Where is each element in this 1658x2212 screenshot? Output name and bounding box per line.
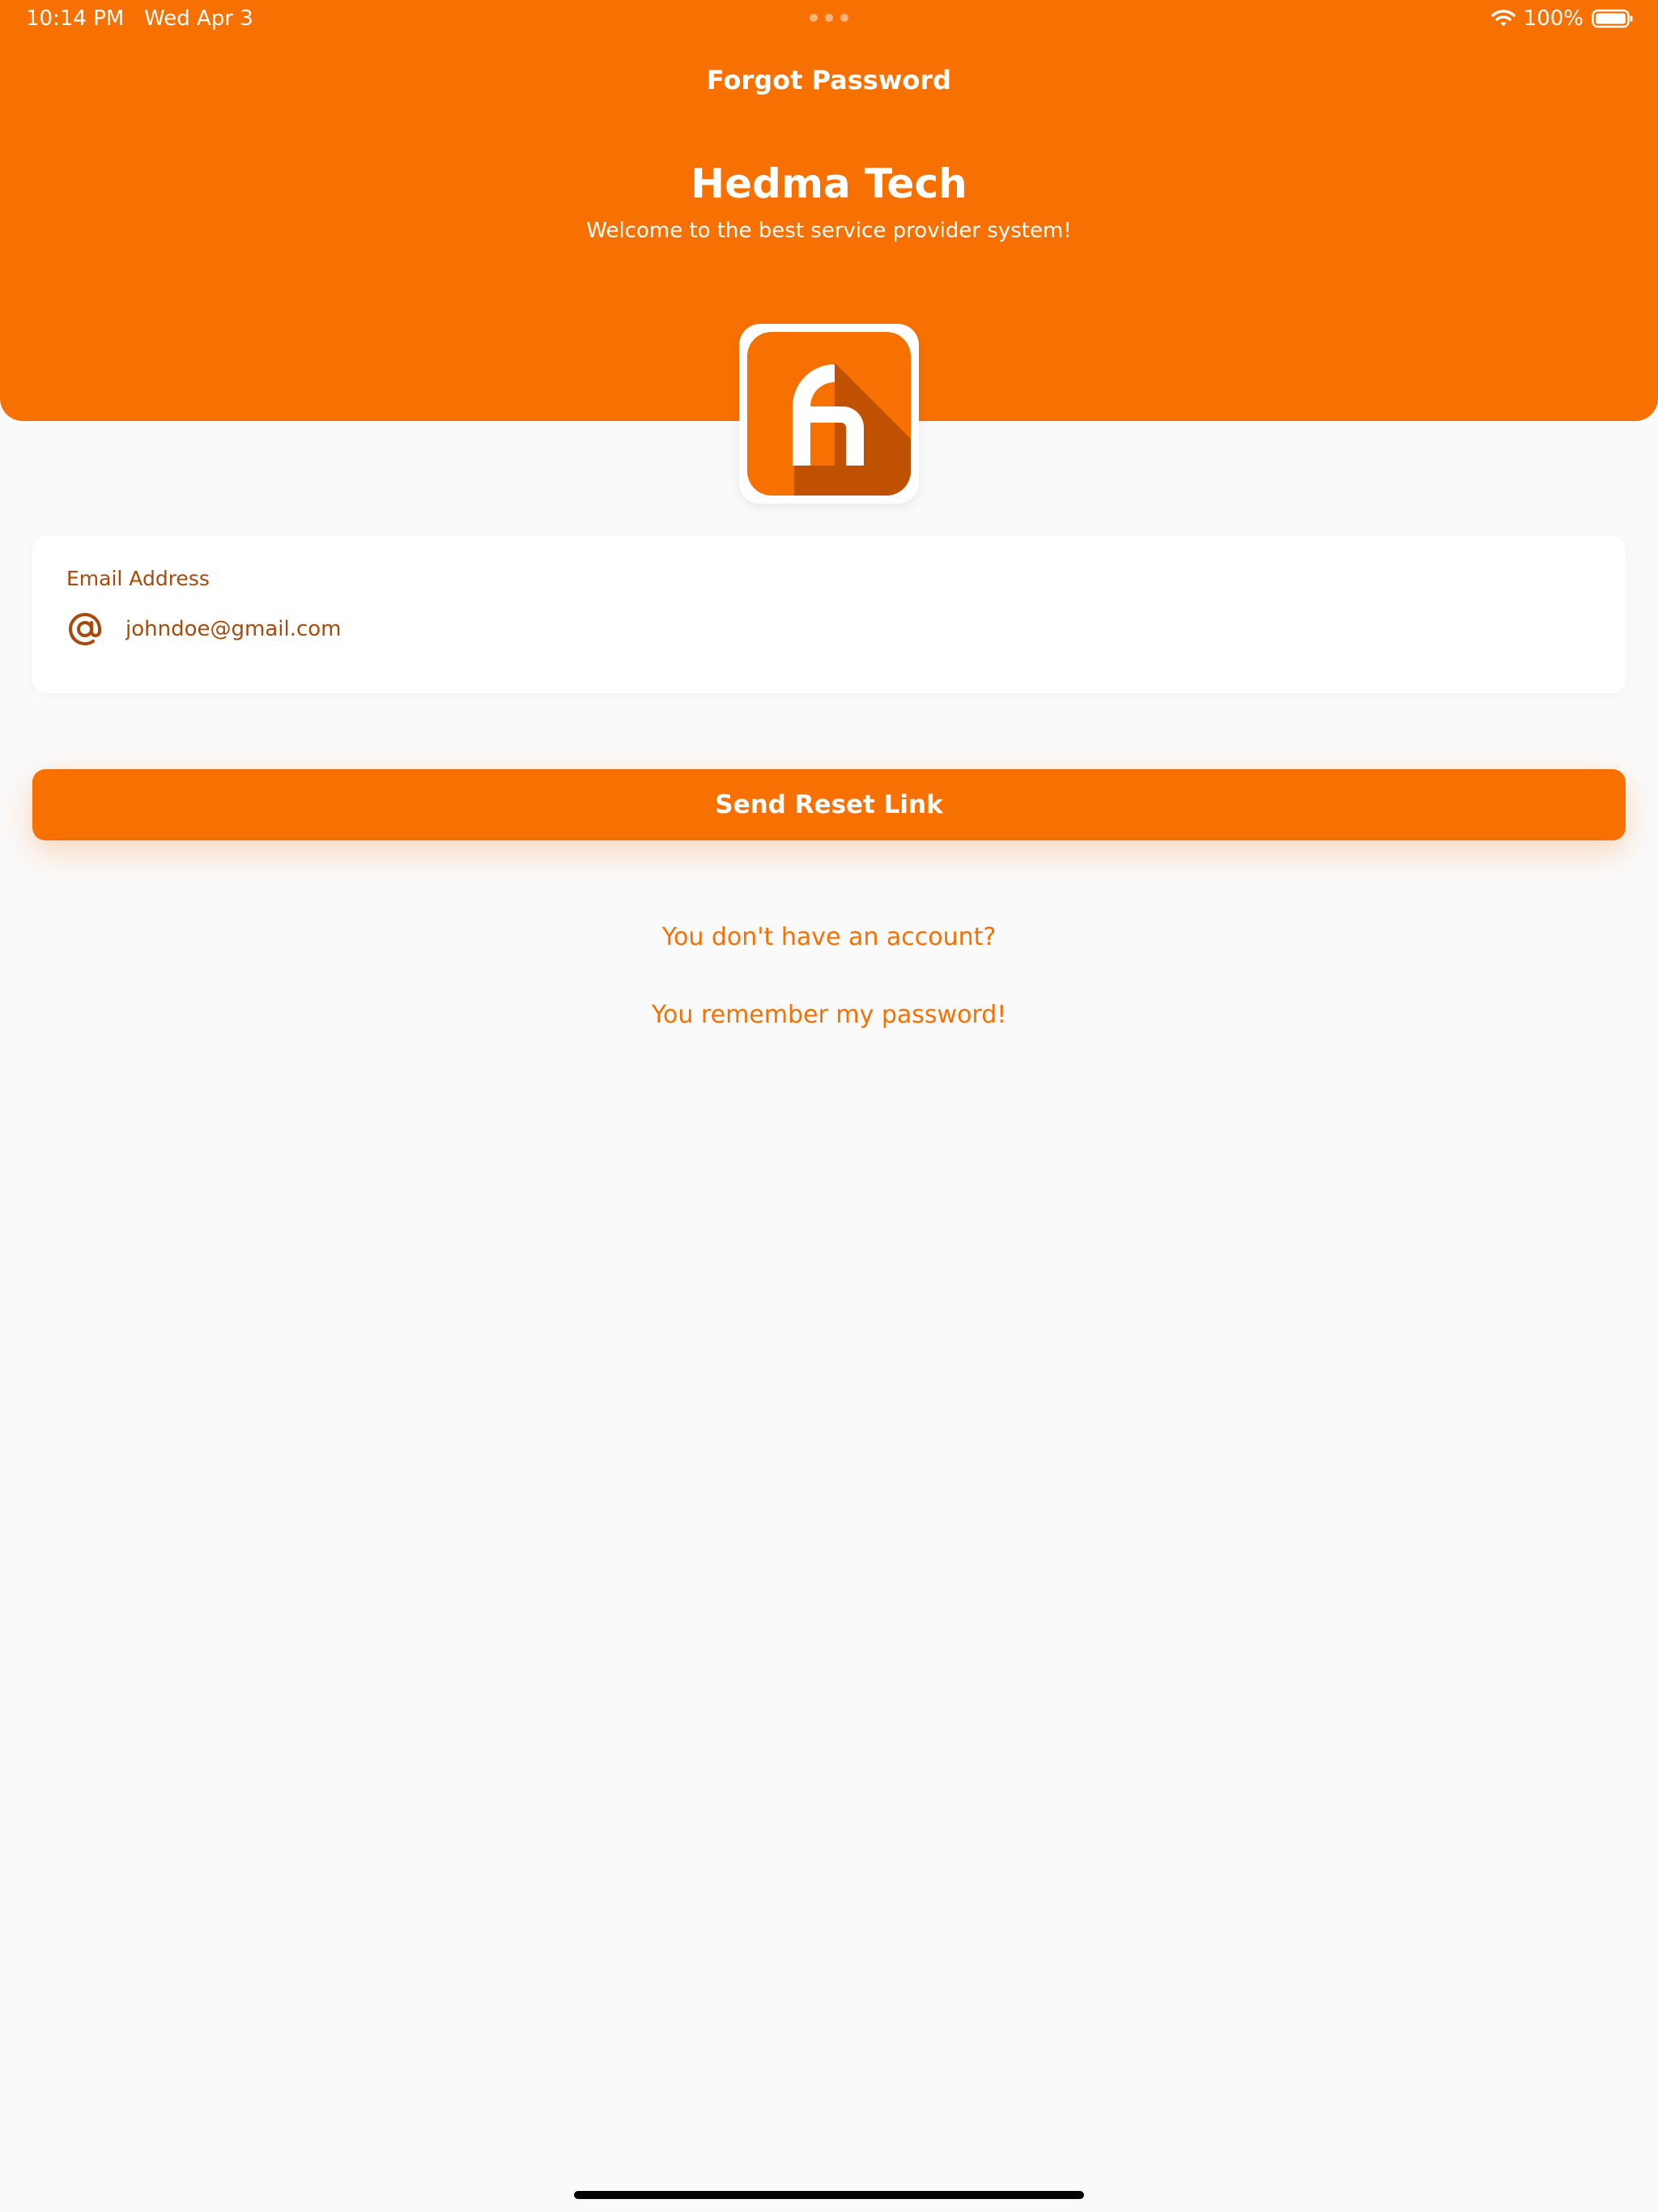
status-indicators: 100%: [1490, 6, 1634, 31]
hedma-logo-icon: [739, 324, 919, 504]
email-label: Email Address: [66, 567, 210, 590]
at-icon: [66, 610, 104, 648]
status-time-text: 10:14 PM: [26, 6, 125, 31]
status-time: 10:14 PM Wed Apr 3: [26, 6, 253, 31]
brand-subtitle: Welcome to the best service provider sys…: [586, 219, 1072, 243]
battery-percent: 100%: [1523, 6, 1584, 31]
signup-link[interactable]: You don't have an account?: [0, 923, 1658, 951]
email-input[interactable]: [125, 609, 1502, 649]
status-date-text: Wed Apr 3: [144, 6, 253, 31]
status-bar: 10:14 PM Wed Apr 3 100%: [0, 0, 1658, 40]
multitasking-dots-icon[interactable]: [810, 14, 848, 23]
email-field-card: Email Address: [32, 536, 1626, 693]
home-indicator[interactable]: [574, 2191, 1084, 2199]
nav-title: Forgot Password: [706, 65, 952, 96]
battery-icon: [1592, 9, 1634, 28]
brand-title: Hedma Tech: [691, 160, 967, 207]
wifi-icon: [1490, 9, 1516, 28]
send-reset-link-button[interactable]: Send Reset Link: [32, 769, 1626, 840]
login-link[interactable]: You remember my password!: [0, 1001, 1658, 1029]
